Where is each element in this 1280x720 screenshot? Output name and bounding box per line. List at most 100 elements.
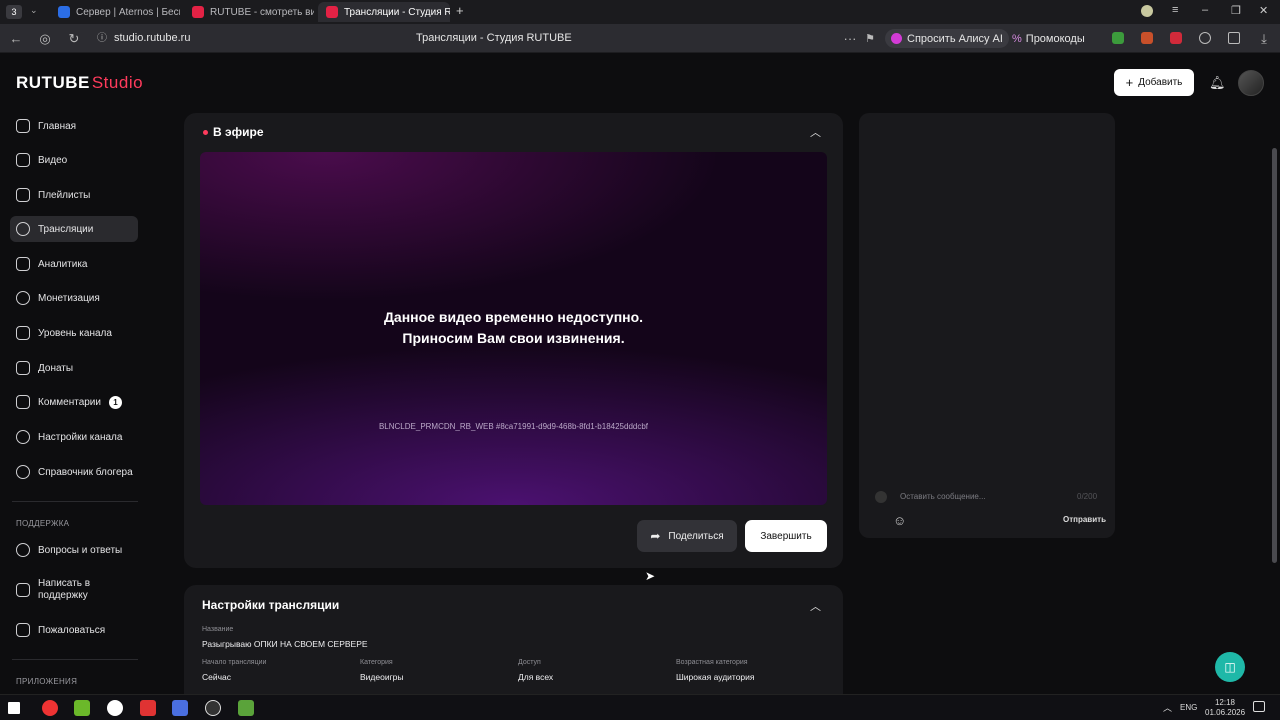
sidebar-item-label: Справочник блогера — [38, 466, 133, 478]
minimize-icon[interactable]: – — [1202, 4, 1208, 16]
home-icon — [16, 119, 30, 133]
plus-icon: + — [1125, 75, 1134, 90]
url-field[interactable]: studio.rutube.ru — [114, 32, 190, 44]
sidebar-item-label: Видео — [38, 154, 68, 166]
extension-icon[interactable] — [1141, 32, 1153, 44]
vpn-icon[interactable] — [1199, 32, 1211, 44]
new-tab-icon[interactable]: + — [456, 3, 464, 18]
nvidia-icon[interactable] — [74, 700, 90, 716]
broadcast-icon — [16, 222, 30, 236]
alice-label: Спросить Алису AI — [907, 32, 1003, 45]
sidebar-item-label: Настройки канала — [38, 431, 123, 443]
mail-icon — [16, 583, 30, 597]
sidebar-item-analytics[interactable]: Аналитика — [10, 251, 138, 277]
alice-button[interactable]: Спросить Алису AI — [885, 29, 1009, 48]
flag-icon — [16, 623, 30, 637]
send-button[interactable]: Отправить — [1063, 515, 1106, 524]
tab-rutube[interactable]: RUTUBE - смотреть виде — [184, 2, 314, 22]
windows-start-icon[interactable] — [8, 702, 20, 714]
obs-icon[interactable] — [205, 700, 221, 716]
maximize-icon[interactable]: ❐ — [1231, 4, 1241, 17]
sidebar-item-channel-settings[interactable]: Настройки канала — [10, 424, 138, 450]
more-icon[interactable]: ··· — [842, 31, 858, 47]
back-icon[interactable]: ← — [8, 31, 24, 47]
rutube-studio-logo[interactable]: RUTUBE Studio — [16, 73, 143, 93]
site-info-icon[interactable]: ⓘ — [94, 31, 110, 47]
sidebar-item-video[interactable]: Видео — [10, 147, 138, 173]
sidebar-item-streams[interactable]: Трансляции — [10, 216, 138, 242]
logo-studio: Studio — [91, 73, 144, 92]
add-label: Добавить — [1138, 77, 1183, 88]
age-value: Широкая аудитория — [676, 672, 755, 682]
sidebar-item-playlists[interactable]: Плейлисты — [10, 182, 138, 208]
browser-tab-strip: 3 ⌄ Сервер | Aternos | Беспла RUTUBE - с… — [0, 0, 1280, 24]
promo-button[interactable]: % Промокоды — [1006, 29, 1091, 48]
sidebar-divider — [12, 501, 138, 502]
gear-icon — [16, 430, 30, 444]
sidebar-item-contact-support[interactable]: Написать в поддержку — [10, 575, 138, 605]
page-scrollbar[interactable] — [1272, 148, 1277, 563]
tab-aternos[interactable]: Сервер | Aternos | Беспла — [50, 2, 180, 22]
finish-stream-button[interactable]: Завершить — [745, 520, 827, 552]
clock-time: 12:18 — [1214, 698, 1236, 707]
windows-taskbar: ︿ ENG 12:18 01.06.2026 — [0, 694, 1280, 720]
close-window-icon[interactable]: ✕ — [1259, 4, 1268, 17]
video-icon — [16, 153, 30, 167]
collapse-chevron-icon[interactable]: ︿ — [810, 598, 821, 614]
reload-icon[interactable]: ↻ — [66, 31, 82, 47]
emoji-icon[interactable]: ☺ — [893, 513, 906, 528]
avatar[interactable] — [1238, 70, 1264, 96]
tray-chevron-icon[interactable]: ︿ — [1163, 701, 1172, 714]
help-chat-button[interactable]: ◫ — [1215, 652, 1245, 682]
extension-icon[interactable] — [1170, 32, 1182, 44]
sidebar-item-blogger-guide[interactable]: Справочник блогера — [10, 459, 138, 485]
add-button[interactable]: + Добавить — [1114, 69, 1194, 96]
stream-settings-panel: Настройки трансляции ︿ Название Разыгрыв… — [184, 585, 843, 695]
extensions-icon[interactable] — [1228, 32, 1240, 44]
bookmark-icon[interactable]: ⚑ — [862, 31, 878, 47]
clock[interactable]: 12:18 01.06.2026 — [1205, 698, 1245, 718]
sidebar-item-donations[interactable]: Донаты — [10, 355, 138, 381]
language-indicator[interactable]: ENG — [1180, 703, 1197, 712]
comments-count-badge: 1 — [108, 395, 122, 409]
sidebar-item-faq[interactable]: Вопросы и ответы — [10, 537, 138, 563]
notifications-icon[interactable] — [1253, 701, 1265, 712]
discord-icon[interactable] — [172, 700, 188, 716]
chat-message-input[interactable]: Оставить сообщение... — [900, 492, 986, 501]
bell-icon[interactable]: 🔔︎ — [1209, 75, 1226, 91]
video-player[interactable]: Данное видео временно недоступно. Принос… — [200, 152, 827, 505]
error-code: BLNCLDE_PRMCDN_RB_WEB #8ca71991-d9d9-468… — [378, 422, 649, 431]
minecraft-icon[interactable] — [238, 700, 254, 716]
page-title: Трансляции - Студия RUTUBE — [416, 32, 572, 44]
age-label: Возрастная категория — [676, 659, 748, 666]
chat-panel: Оставить сообщение... 0/200 ☺ Отправить — [859, 113, 1115, 538]
sidebar-item-channel-level[interactable]: Уровень канала — [10, 320, 138, 346]
name-value: Разыгрываю ОПКИ НА СВОЕМ СЕРВЕРЕ — [202, 639, 368, 649]
share-button[interactable]: ➦ Поделиться — [637, 520, 737, 552]
comment-icon — [16, 395, 30, 409]
sidebar-item-monetization[interactable]: Монетизация — [10, 285, 138, 311]
sidebar-item-label: Плейлисты — [38, 189, 91, 201]
browser-menu-icon[interactable]: 3 — [6, 5, 22, 19]
tabs-dropdown-icon[interactable]: ⌄ — [30, 5, 38, 16]
sidebar-item-home[interactable]: Главная — [10, 113, 138, 139]
sidebar-item-comments[interactable]: Комментарии 1 — [10, 389, 138, 415]
sidebar-item-label: Вопросы и ответы — [38, 544, 123, 556]
wps-icon[interactable] — [140, 700, 156, 716]
access-label: Доступ — [518, 659, 541, 666]
chat-user-avatar — [875, 491, 887, 503]
profile-icon[interactable] — [1141, 5, 1153, 17]
yandex-browser-icon[interactable] — [107, 700, 123, 716]
playlist-icon — [16, 188, 30, 202]
live-panel: В эфире ︿ Данное видео временно недоступ… — [184, 113, 843, 568]
shield-icon[interactable]: ◎ — [37, 31, 53, 47]
yandex-icon[interactable] — [42, 700, 58, 716]
sidebar-item-label: Трансляции — [38, 223, 94, 235]
menu-icon[interactable]: ≡ — [1172, 4, 1178, 16]
extension-icon[interactable] — [1112, 32, 1124, 44]
tab-studio[interactable]: Трансляции - Студия R ✕ — [318, 2, 450, 22]
aternos-favicon-icon — [58, 6, 70, 18]
sidebar-item-report[interactable]: Пожаловаться — [10, 617, 138, 643]
download-icon[interactable]: ⤓ — [1256, 31, 1272, 47]
collapse-chevron-icon[interactable]: ︿ — [810, 124, 821, 140]
